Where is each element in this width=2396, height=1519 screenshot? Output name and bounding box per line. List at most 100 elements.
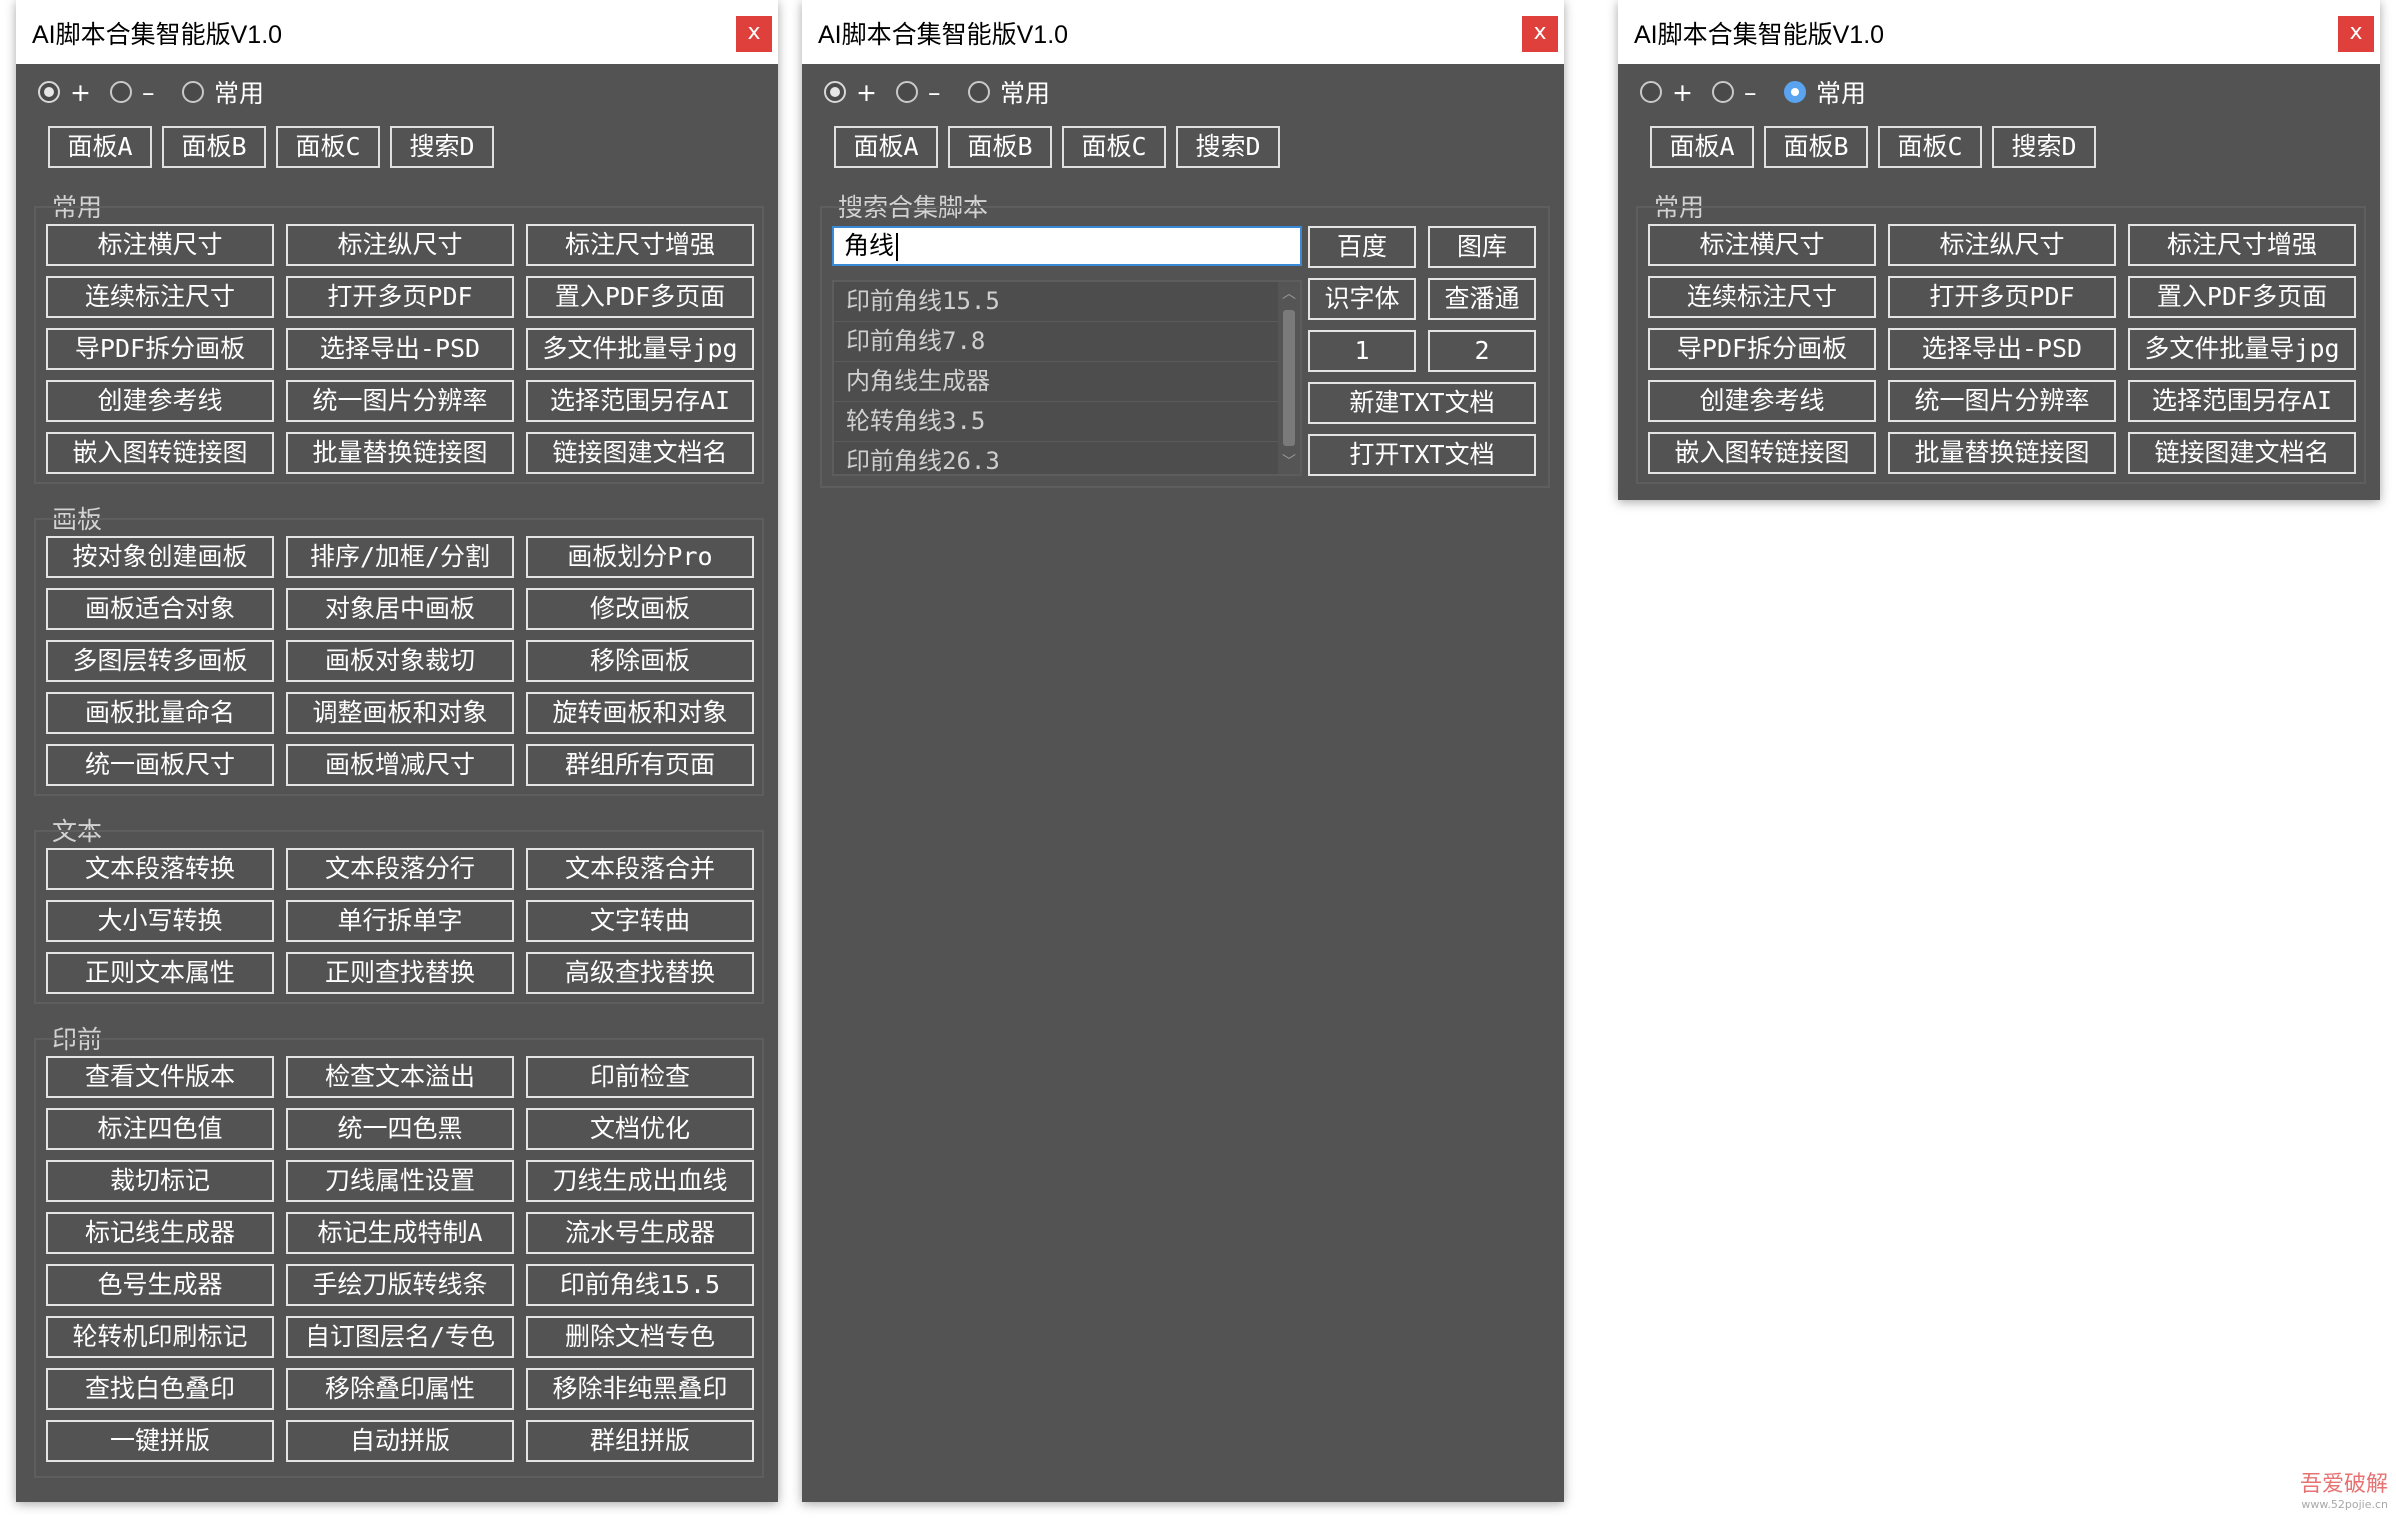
- script-button[interactable]: 色号生成器: [46, 1264, 274, 1306]
- script-button[interactable]: 标注横尺寸: [46, 224, 274, 266]
- radio-minus[interactable]: –: [896, 74, 941, 110]
- open-txt-button[interactable]: 打开TXT文档: [1308, 434, 1536, 476]
- scrollbar[interactable]: ︿ ﹀: [1278, 282, 1300, 474]
- script-button[interactable]: 统一画板尺寸: [46, 744, 274, 786]
- script-button[interactable]: 旋转画板和对象: [526, 692, 754, 734]
- script-button[interactable]: 移除非纯黑叠印: [526, 1368, 754, 1410]
- script-button[interactable]: 统一四色黑: [286, 1108, 514, 1150]
- script-button[interactable]: 画板增减尺寸: [286, 744, 514, 786]
- script-button[interactable]: 创建参考线: [1648, 380, 1876, 422]
- script-button[interactable]: 多文件批量导jpg: [2128, 328, 2356, 370]
- button-1[interactable]: 1: [1308, 330, 1416, 372]
- radio-plus[interactable]: +: [1640, 74, 1693, 110]
- close-button[interactable]: x: [736, 16, 772, 52]
- tab-panel-a[interactable]: 面板A: [1650, 126, 1754, 168]
- script-button[interactable]: 单行拆单字: [286, 900, 514, 942]
- tab-panel-b[interactable]: 面板B: [1764, 126, 1868, 168]
- script-button[interactable]: 印前检查: [526, 1056, 754, 1098]
- script-button[interactable]: 标记线生成器: [46, 1212, 274, 1254]
- script-button[interactable]: 多文件批量导jpg: [526, 328, 754, 370]
- tab-panel-a[interactable]: 面板A: [48, 126, 152, 168]
- script-button[interactable]: 连续标注尺寸: [46, 276, 274, 318]
- script-button[interactable]: 排序/加框/分割: [286, 536, 514, 578]
- script-button[interactable]: 导PDF拆分画板: [1648, 328, 1876, 370]
- script-button[interactable]: 选择导出-PSD: [286, 328, 514, 370]
- script-button[interactable]: 大小写转换: [46, 900, 274, 942]
- script-button[interactable]: 选择范围另存AI: [2128, 380, 2356, 422]
- script-button[interactable]: 文档优化: [526, 1108, 754, 1150]
- list-item[interactable]: 轮转角线3.5: [834, 402, 1300, 442]
- script-button[interactable]: 群组所有页面: [526, 744, 754, 786]
- script-button[interactable]: 置入PDF多页面: [526, 276, 754, 318]
- radio-plus[interactable]: +: [38, 74, 91, 110]
- script-button[interactable]: 群组拼版: [526, 1420, 754, 1462]
- identify-font-button[interactable]: 识字体: [1308, 278, 1416, 320]
- script-button[interactable]: 刀线属性设置: [286, 1160, 514, 1202]
- close-button[interactable]: x: [1522, 16, 1558, 52]
- radio-common[interactable]: 常用: [1784, 74, 1866, 110]
- tab-panel-b[interactable]: 面板B: [948, 126, 1052, 168]
- script-button[interactable]: 自动拼版: [286, 1420, 514, 1462]
- tab-search-d[interactable]: 搜索D: [1992, 126, 2096, 168]
- script-button[interactable]: 统一图片分辨率: [1888, 380, 2116, 422]
- tab-panel-a[interactable]: 面板A: [834, 126, 938, 168]
- script-button[interactable]: 检查文本溢出: [286, 1056, 514, 1098]
- script-button[interactable]: 标记生成特制A: [286, 1212, 514, 1254]
- radio-minus[interactable]: –: [1712, 74, 1757, 110]
- list-item[interactable]: 印前角线7.8: [834, 322, 1300, 362]
- script-button[interactable]: 链接图建文档名: [2128, 432, 2356, 474]
- radio-common[interactable]: 常用: [182, 74, 264, 110]
- script-button[interactable]: 文本段落分行: [286, 848, 514, 890]
- new-txt-button[interactable]: 新建TXT文档: [1308, 382, 1536, 424]
- script-button[interactable]: 批量替换链接图: [286, 432, 514, 474]
- script-button[interactable]: 一键拼版: [46, 1420, 274, 1462]
- tab-search-d[interactable]: 搜索D: [390, 126, 494, 168]
- script-button[interactable]: 查找白色叠印: [46, 1368, 274, 1410]
- tab-panel-c[interactable]: 面板C: [1062, 126, 1166, 168]
- baidu-button[interactable]: 百度: [1308, 226, 1416, 268]
- button-2[interactable]: 2: [1428, 330, 1536, 372]
- script-button[interactable]: 标注四色值: [46, 1108, 274, 1150]
- script-button[interactable]: 画板适合对象: [46, 588, 274, 630]
- script-button[interactable]: 置入PDF多页面: [2128, 276, 2356, 318]
- script-button[interactable]: 文本段落转换: [46, 848, 274, 890]
- tab-panel-b[interactable]: 面板B: [162, 126, 266, 168]
- script-button[interactable]: 标注纵尺寸: [1888, 224, 2116, 266]
- script-button[interactable]: 印前角线15.5: [526, 1264, 754, 1306]
- list-item[interactable]: 印前角线15.5: [834, 282, 1300, 322]
- script-button[interactable]: 按对象创建画板: [46, 536, 274, 578]
- script-button[interactable]: 自订图层名/专色: [286, 1316, 514, 1358]
- script-button[interactable]: 选择范围另存AI: [526, 380, 754, 422]
- script-button[interactable]: 创建参考线: [46, 380, 274, 422]
- script-button[interactable]: 嵌入图转链接图: [1648, 432, 1876, 474]
- script-button[interactable]: 画板划分Pro: [526, 536, 754, 578]
- script-button[interactable]: 标注尺寸增强: [526, 224, 754, 266]
- script-button[interactable]: 画板批量命名: [46, 692, 274, 734]
- list-item[interactable]: 印前角线26.3: [834, 442, 1300, 474]
- script-button[interactable]: 修改画板: [526, 588, 754, 630]
- script-button[interactable]: 正则查找替换: [286, 952, 514, 994]
- gallery-button[interactable]: 图库: [1428, 226, 1536, 268]
- script-button[interactable]: 标注尺寸增强: [2128, 224, 2356, 266]
- scroll-up-icon[interactable]: ︿: [1278, 282, 1300, 306]
- scroll-thumb[interactable]: [1283, 310, 1295, 446]
- tab-search-d[interactable]: 搜索D: [1176, 126, 1280, 168]
- search-input[interactable]: 角线: [832, 226, 1302, 266]
- tab-panel-c[interactable]: 面板C: [1878, 126, 1982, 168]
- script-button[interactable]: 打开多页PDF: [1888, 276, 2116, 318]
- script-button[interactable]: 文本段落合并: [526, 848, 754, 890]
- script-button[interactable]: 标注纵尺寸: [286, 224, 514, 266]
- script-button[interactable]: 手绘刀版转线条: [286, 1264, 514, 1306]
- scroll-down-icon[interactable]: ﹀: [1278, 450, 1300, 474]
- script-button[interactable]: 画板对象裁切: [286, 640, 514, 682]
- script-button[interactable]: 连续标注尺寸: [1648, 276, 1876, 318]
- script-button[interactable]: 调整画板和对象: [286, 692, 514, 734]
- script-button[interactable]: 流水号生成器: [526, 1212, 754, 1254]
- script-button[interactable]: 正则文本属性: [46, 952, 274, 994]
- script-button[interactable]: 查看文件版本: [46, 1056, 274, 1098]
- script-button[interactable]: 移除画板: [526, 640, 754, 682]
- script-button[interactable]: 对象居中画板: [286, 588, 514, 630]
- script-button[interactable]: 裁切标记: [46, 1160, 274, 1202]
- script-button[interactable]: 统一图片分辨率: [286, 380, 514, 422]
- script-button[interactable]: 链接图建文档名: [526, 432, 754, 474]
